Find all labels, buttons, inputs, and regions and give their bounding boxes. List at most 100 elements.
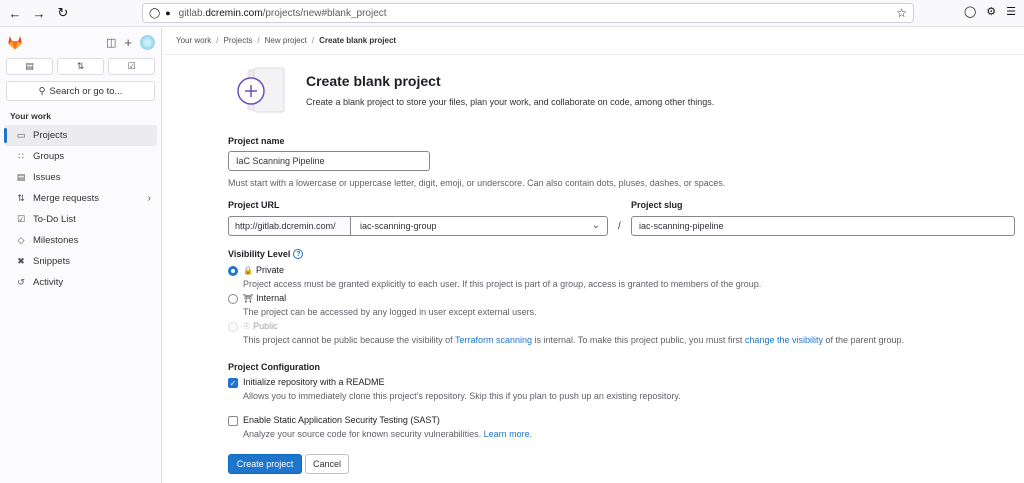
breadcrumb-separator: /: [216, 36, 219, 45]
sidebar-item-issues[interactable]: ▤ Issues: [4, 167, 157, 188]
blank-project-illustration: [237, 67, 285, 113]
breadcrumb-your-work[interactable]: Your work: [176, 36, 211, 45]
sidebar-section-title: Your work: [10, 111, 51, 121]
sidebar-item-snippets[interactable]: ✖ Snippets: [4, 251, 157, 272]
project-slug-input[interactable]: iac-scanning-pipeline: [631, 216, 1015, 236]
sidebar-item-label: Issues: [33, 172, 61, 183]
plus-icon[interactable]: +: [124, 35, 132, 50]
issues-icon: ▤: [25, 61, 34, 71]
project-name-input[interactable]: IaC Scanning Pipeline: [228, 151, 430, 171]
sidebar-item-label: Projects: [33, 130, 68, 141]
breadcrumb-separator: /: [257, 36, 260, 45]
search-button[interactable]: ⚲ Search or go to...: [6, 81, 155, 101]
terraform-scanning-link[interactable]: Terraform scanning: [455, 335, 532, 345]
project-slug-label: Project slug: [631, 200, 683, 210]
gitlab-logo-icon[interactable]: [6, 33, 24, 51]
readme-label[interactable]: Initialize repository with a README: [243, 377, 385, 387]
sast-checkbox[interactable]: [228, 416, 238, 426]
visibility-level-label: Visibility Level: [228, 249, 291, 259]
pocket-icon[interactable]: ◯: [964, 5, 976, 18]
header-divider: [163, 54, 1024, 55]
issues-icon: ▤: [16, 172, 26, 182]
sast-help: Analyze your source code for known secur…: [243, 429, 532, 439]
public-help-text: of the parent group.: [822, 335, 905, 345]
create-project-button[interactable]: Create project: [228, 454, 302, 474]
visibility-internal-help: The project can be accessed by any logge…: [243, 307, 537, 317]
back-icon[interactable]: ←: [6, 4, 24, 22]
project-configuration-label: Project Configuration: [228, 362, 320, 372]
sidebar-item-activity[interactable]: ↺ Activity: [4, 272, 157, 293]
sidebar-item-projects[interactable]: ▭ Projects: [4, 125, 157, 146]
project-name-help: Must start with a lowercase or uppercase…: [228, 178, 726, 188]
merge-requests-counter-button[interactable]: ⇅: [57, 58, 104, 75]
public-help-text: This project cannot be public because th…: [243, 335, 455, 345]
reload-icon[interactable]: ↻: [54, 4, 72, 22]
url-text[interactable]: gitlab.dcremin.com/projects/new#blank_pr…: [179, 8, 387, 19]
globe-icon: ☉: [243, 321, 251, 331]
sidebar-item-label: Snippets: [33, 256, 70, 267]
sidebar-item-merge-requests[interactable]: ⇅ Merge requests ›: [4, 188, 157, 209]
extensions-icon[interactable]: ⚙: [986, 5, 996, 18]
help-question-icon[interactable]: ?: [293, 249, 304, 259]
group-icon: ∷: [18, 151, 24, 161]
breadcrumb-new-project[interactable]: New project: [265, 36, 307, 45]
forward-icon[interactable]: →: [30, 4, 48, 22]
search-icon: ⚲: [38, 85, 46, 97]
snippet-icon: ✖: [17, 256, 25, 266]
activity-icon: ↺: [17, 277, 25, 287]
readme-help: Allows you to immediately clone this pro…: [243, 391, 681, 401]
page-subtitle: Create a blank project to store your fil…: [306, 97, 715, 107]
visibility-public-help: This project cannot be public because th…: [243, 335, 904, 345]
breadcrumb: Your work / Projects / New project / Cre…: [176, 36, 396, 45]
sidebar-item-label: Milestones: [33, 235, 79, 246]
todo-icon: ☑: [127, 61, 136, 71]
lock-icon: 🔒: [243, 265, 253, 275]
visibility-private-option[interactable]: 🔒 Private: [243, 265, 284, 275]
menu-icon[interactable]: ☰: [1006, 5, 1016, 18]
project-name-label: Project name: [228, 136, 285, 146]
change-visibility-link[interactable]: change the visibility: [745, 335, 823, 345]
milestone-icon: ◇: [17, 235, 25, 245]
lock-icon[interactable]: ●: [165, 8, 170, 18]
todo-icon: ☑: [16, 214, 26, 224]
issues-counter-button[interactable]: ▤: [6, 58, 53, 75]
todos-counter-button[interactable]: ☑: [108, 58, 155, 75]
collapse-sidebar-icon[interactable]: ◫: [106, 36, 116, 49]
visibility-level-heading: Visibility Level ?: [228, 249, 304, 259]
visibility-internal-label: Internal: [256, 293, 287, 303]
visibility-public-label: Public: [253, 321, 278, 331]
shield-icon[interactable]: ◯: [149, 8, 160, 19]
readme-checkbox[interactable]: ✓: [228, 378, 238, 388]
visibility-internal-option[interactable]: ⛩ Internal: [243, 293, 286, 303]
learn-more-link[interactable]: Learn more.: [484, 429, 533, 439]
url-slash: /: [618, 221, 621, 232]
breadcrumb-current[interactable]: Create blank project: [319, 36, 396, 45]
shield-icon: ⛩: [243, 293, 254, 303]
sidebar-item-label: Groups: [33, 151, 65, 162]
sidebar-item-label: Merge requests: [33, 193, 100, 204]
visibility-internal-radio[interactable]: [228, 294, 238, 304]
project-url-prefix: http://gitlab.dcremin.com/: [228, 216, 351, 236]
sidebar-item-groups[interactable]: ∷ Groups: [4, 146, 157, 167]
avatar[interactable]: [140, 34, 155, 50]
namespace-select[interactable]: iac-scanning-group ⌄: [350, 216, 608, 236]
cancel-button[interactable]: Cancel: [305, 454, 349, 474]
visibility-private-radio[interactable]: [228, 266, 238, 276]
breadcrumb-projects[interactable]: Projects: [224, 36, 253, 45]
breadcrumb-separator: /: [311, 36, 315, 45]
merge-request-icon: ⇅: [17, 193, 25, 203]
sidebar-item-label: To-Do List: [33, 214, 76, 225]
sidebar-item-milestones[interactable]: ◇ Milestones: [4, 230, 157, 251]
merge-request-icon: ⇅: [76, 61, 85, 71]
namespace-select-value: iac-scanning-group: [360, 221, 437, 231]
search-label: Search or go to...: [49, 85, 123, 97]
sidebar-item-label: Activity: [33, 277, 64, 288]
sidebar-item-todo-list[interactable]: ☑ To-Do List: [4, 209, 157, 230]
address-bar[interactable]: ◯ ● gitlab.dcremin.com/projects/new#blan…: [142, 3, 914, 23]
page-title: Create blank project: [306, 73, 441, 89]
chevron-down-icon: ⌄: [591, 220, 600, 231]
visibility-public-radio: [228, 322, 238, 332]
sast-label[interactable]: Enable Static Application Security Testi…: [243, 415, 440, 425]
sast-help-text: Analyze your source code for known secur…: [243, 429, 484, 439]
bookmark-star-icon[interactable]: ☆: [896, 6, 907, 20]
